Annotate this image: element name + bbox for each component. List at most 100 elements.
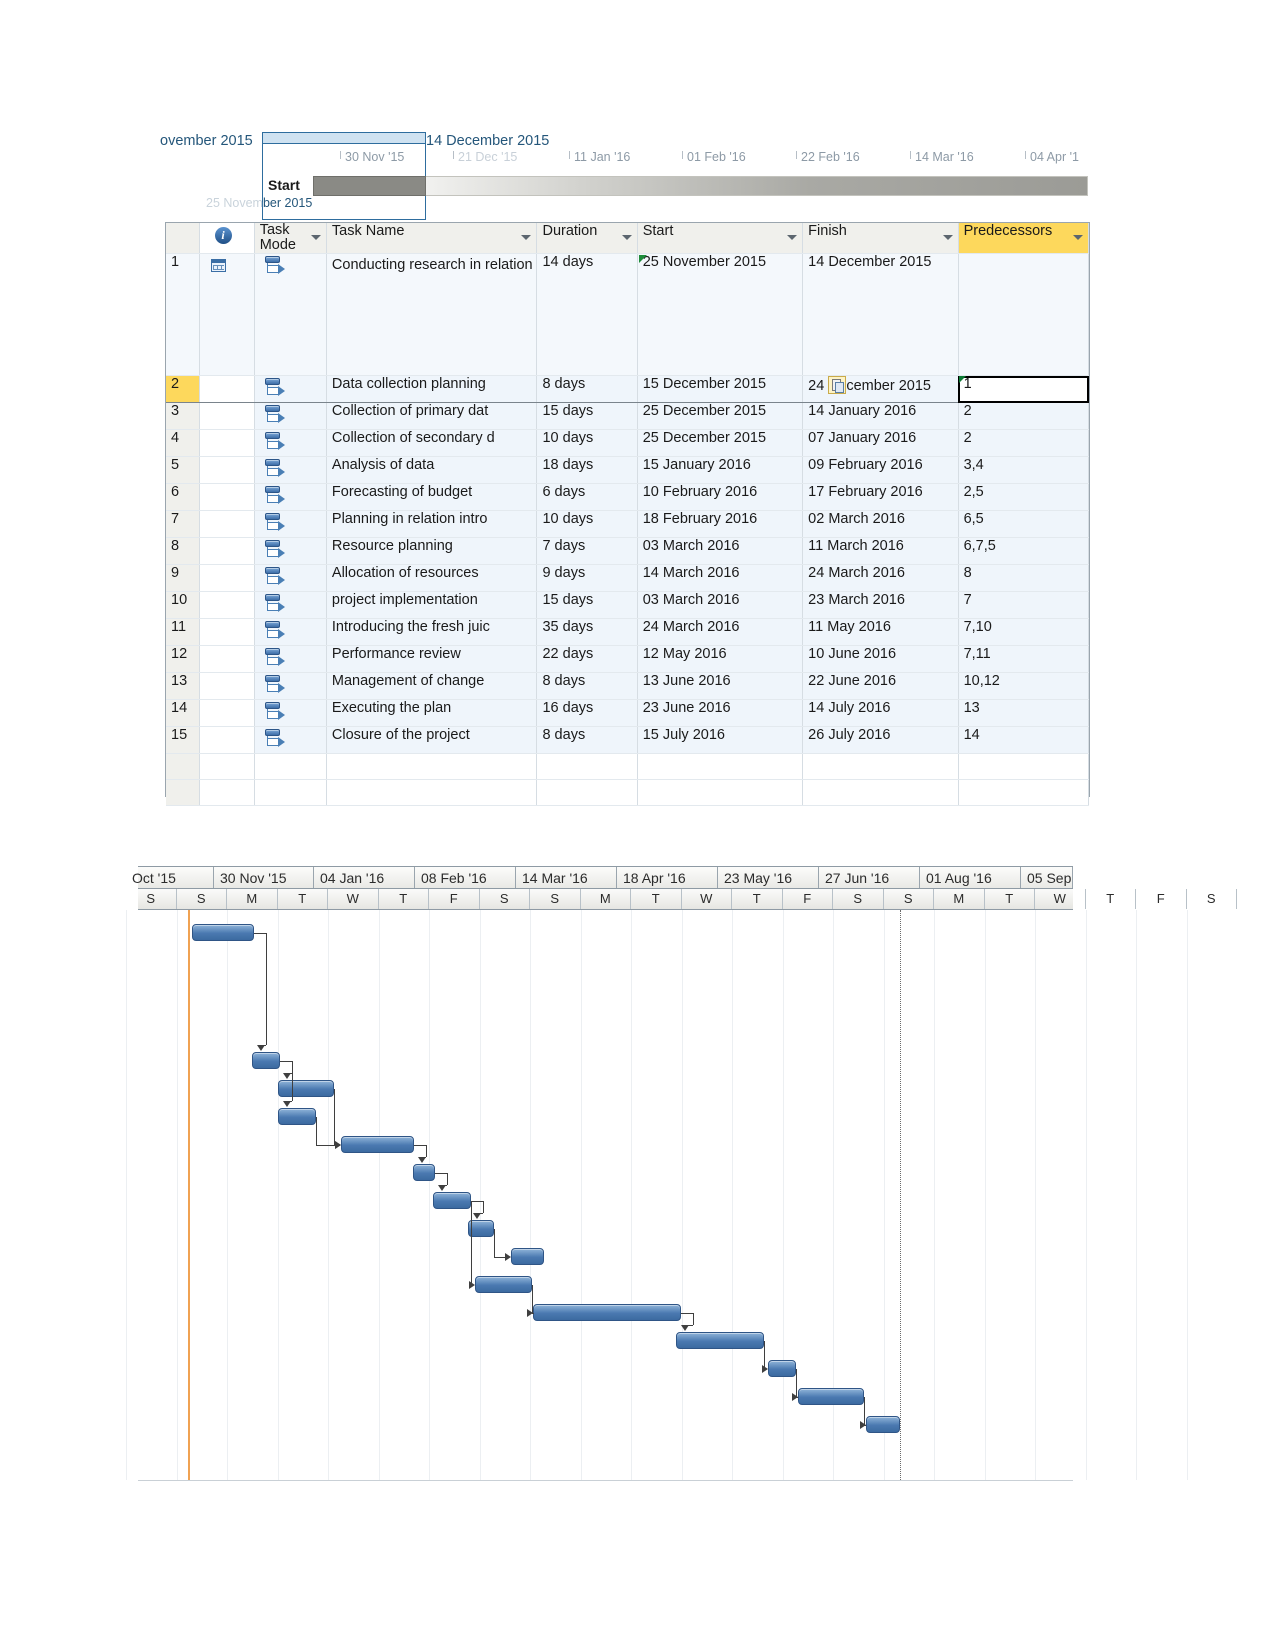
chevron-down-icon[interactable] xyxy=(942,235,953,240)
chevron-down-icon[interactable] xyxy=(310,235,321,240)
start-date-cell[interactable]: 18 February 2016 xyxy=(637,510,804,538)
table-row[interactable]: 10 project implementation 15 days 03 March … xyxy=(166,591,1090,619)
finish-date-cell[interactable]: 14 January 2016 xyxy=(802,402,959,430)
table-row[interactable]: 2 Data collection planning 8 days 15 Decemb… xyxy=(166,375,1090,403)
task-mode-cell[interactable] xyxy=(254,672,327,700)
row-indicator-cell[interactable] xyxy=(199,456,255,484)
task-name-cell[interactable]: Performance review xyxy=(326,645,538,673)
task-name-cell[interactable]: Executing the plan xyxy=(326,699,538,727)
gantt-bar[interactable] xyxy=(475,1276,532,1293)
row-indicator-cell[interactable] xyxy=(199,510,255,538)
empty-cell[interactable] xyxy=(254,779,327,806)
table-row[interactable]: 8 Resource planning 7 days 03 March 2016 11 … xyxy=(166,537,1090,565)
start-date-cell[interactable]: 25 November 2015 xyxy=(637,253,804,376)
task-mode-auto-schedule-icon[interactable] xyxy=(264,673,285,695)
empty-cell[interactable] xyxy=(199,753,255,780)
duration-cell[interactable]: 6 days xyxy=(536,483,638,511)
predecessors-cell[interactable]: 8 xyxy=(958,564,1090,592)
finish-date-cell[interactable]: 24 cember 2015 xyxy=(802,375,959,403)
task-mode-auto-schedule-icon[interactable] xyxy=(264,592,285,614)
task-mode-auto-schedule-icon[interactable] xyxy=(264,403,285,425)
task-name-cell[interactable]: project implementation xyxy=(326,591,538,619)
row-indicator-cell[interactable] xyxy=(199,253,255,376)
task-mode-cell[interactable] xyxy=(254,456,327,484)
row-indicator-cell[interactable] xyxy=(199,591,255,619)
predecessors-cell[interactable]: 14 xyxy=(958,726,1090,754)
duration-cell[interactable]: 15 days xyxy=(536,402,638,430)
duration-cell[interactable]: 14 days xyxy=(536,253,638,376)
start-date-cell[interactable]: 10 February 2016 xyxy=(637,483,804,511)
table-row[interactable]: 1 Conducting research in relation to the … xyxy=(166,253,1090,376)
table-row[interactable]: 13 Management of change 8 days 13 June 2016… xyxy=(166,672,1090,700)
finish-date-cell[interactable]: 23 March 2016 xyxy=(802,591,959,619)
duration-cell[interactable]: 9 days xyxy=(536,564,638,592)
empty-row[interactable] xyxy=(166,779,1090,806)
column-header-task-name[interactable]: Task Name xyxy=(326,223,538,254)
start-date-cell[interactable]: 12 May 2016 xyxy=(637,645,804,673)
row-indicator-cell[interactable] xyxy=(199,564,255,592)
predecessors-cell[interactable]: 2 xyxy=(958,429,1090,457)
table-row[interactable]: 5 Analysis of data 18 days 15 January 2016 0… xyxy=(166,456,1090,484)
task-mode-auto-schedule-icon[interactable] xyxy=(264,430,285,452)
gantt-bar[interactable] xyxy=(433,1192,471,1209)
row-indicator-cell[interactable] xyxy=(199,375,255,403)
table-row[interactable]: 6 Forecasting of budget 6 days 10 February … xyxy=(166,483,1090,511)
predecessors-cell[interactable]: 3,4 xyxy=(958,456,1090,484)
predecessors-cell[interactable]: 6,5 xyxy=(958,510,1090,538)
predecessors-cell[interactable]: 6,7,5 xyxy=(958,537,1090,565)
gantt-bar[interactable] xyxy=(278,1108,316,1125)
task-mode-auto-schedule-icon[interactable] xyxy=(264,700,285,722)
task-mode-auto-schedule-icon[interactable] xyxy=(264,727,285,749)
task-name-cell[interactable]: Planning in relation intro xyxy=(326,510,538,538)
finish-date-cell[interactable]: 22 June 2016 xyxy=(802,672,959,700)
chevron-down-icon[interactable] xyxy=(1073,235,1083,240)
predecessors-cell[interactable]: 2 xyxy=(958,402,1090,430)
finish-date-cell[interactable]: 09 February 2016 xyxy=(802,456,959,484)
finish-date-cell[interactable]: 17 February 2016 xyxy=(802,483,959,511)
finish-date-cell[interactable]: 07 January 2016 xyxy=(802,429,959,457)
predecessors-cell[interactable]: 7,10 xyxy=(958,618,1090,646)
empty-cell[interactable] xyxy=(802,779,959,806)
gantt-bar[interactable] xyxy=(511,1248,544,1265)
gantt-bar[interactable] xyxy=(341,1136,414,1153)
start-date-cell[interactable]: 15 December 2015 xyxy=(637,375,804,403)
empty-cell[interactable] xyxy=(166,779,200,806)
row-id-cell[interactable]: 5 xyxy=(166,456,200,484)
start-date-cell[interactable]: 13 June 2016 xyxy=(637,672,804,700)
column-header-duration[interactable]: Duration xyxy=(536,223,638,254)
duration-cell[interactable]: 15 days xyxy=(536,591,638,619)
row-id-cell[interactable]: 1 xyxy=(166,253,200,376)
duration-cell[interactable]: 35 days xyxy=(536,618,638,646)
task-mode-cell[interactable] xyxy=(254,591,327,619)
start-date-cell[interactable]: 24 March 2016 xyxy=(637,618,804,646)
row-indicator-cell[interactable] xyxy=(199,699,255,727)
calendar-icon[interactable] xyxy=(210,259,226,272)
finish-date-cell[interactable]: 14 December 2015 xyxy=(802,253,959,376)
row-id-cell[interactable]: 9 xyxy=(166,564,200,592)
column-header-task-mode[interactable]: Task Mode xyxy=(254,223,327,254)
row-id-cell[interactable]: 13 xyxy=(166,672,200,700)
start-date-cell[interactable]: 25 December 2015 xyxy=(637,429,804,457)
finish-date-cell[interactable]: 26 July 2016 xyxy=(802,726,959,754)
task-mode-cell[interactable] xyxy=(254,429,327,457)
gantt-chart[interactable]: Oct '15 30 Nov '15 04 Jan '16 08 Feb '16 14 … xyxy=(126,866,1237,1481)
gantt-bar[interactable] xyxy=(533,1304,681,1321)
task-mode-auto-schedule-icon[interactable] xyxy=(264,538,285,560)
start-date-cell[interactable]: 15 January 2016 xyxy=(637,456,804,484)
table-row[interactable]: 9 Allocation of resources 9 days 14 March 2… xyxy=(166,564,1090,592)
gantt-bar[interactable] xyxy=(252,1052,280,1069)
empty-cell[interactable] xyxy=(637,753,804,780)
predecessors-cell[interactable]: 10,12 xyxy=(958,672,1090,700)
duration-cell[interactable]: 22 days xyxy=(536,645,638,673)
task-mode-cell[interactable] xyxy=(254,564,327,592)
table-row[interactable]: 12 Performance review 22 days 12 May 2016 10… xyxy=(166,645,1090,673)
gantt-bar[interactable] xyxy=(192,924,254,941)
row-id-cell[interactable]: 15 xyxy=(166,726,200,754)
row-indicator-cell[interactable] xyxy=(199,429,255,457)
task-mode-cell[interactable] xyxy=(254,402,327,430)
duration-cell[interactable]: 8 days xyxy=(536,375,638,403)
task-mode-cell[interactable] xyxy=(254,699,327,727)
row-indicator-cell[interactable] xyxy=(199,483,255,511)
row-indicator-cell[interactable] xyxy=(199,618,255,646)
finish-date-cell[interactable]: 14 July 2016 xyxy=(802,699,959,727)
